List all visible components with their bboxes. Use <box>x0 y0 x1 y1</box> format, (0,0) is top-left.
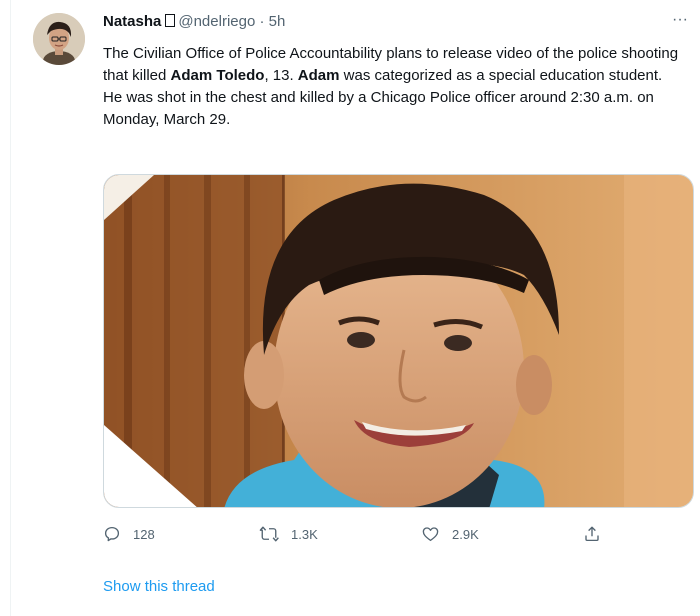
tweet-text: The Civilian Office of Police Accountabi… <box>103 43 683 131</box>
reply-count: 128 <box>133 526 155 542</box>
tweet[interactable]: Natasha @ndelriego · 5h ··· The Civilian … <box>10 0 700 616</box>
reply-button[interactable]: 128 <box>103 522 155 546</box>
tweet-text-bold: Adam <box>297 67 340 84</box>
avatar-image <box>33 13 85 65</box>
photo-image <box>104 175 693 507</box>
share-icon <box>585 526 599 542</box>
emoji-placeholder-icon <box>165 14 176 27</box>
tweet-text-part: , 13. <box>264 67 298 84</box>
retweet-button[interactable]: 1.3K <box>259 522 318 546</box>
timestamp[interactable]: 5h <box>269 13 286 30</box>
reply-icon <box>104 526 120 542</box>
user-handle[interactable]: @ndelriego <box>178 13 255 30</box>
more-glyph: ··· <box>672 11 688 28</box>
separator-dot: · <box>259 13 265 30</box>
tweet-header: Natasha @ndelriego · 5h <box>103 12 285 32</box>
tweet-text-bold: Adam Toledo <box>170 67 265 84</box>
display-name[interactable]: Natasha <box>103 13 161 30</box>
retweet-icon <box>259 526 279 542</box>
heart-icon <box>422 527 439 542</box>
like-count: 2.9K <box>452 526 479 542</box>
share-button[interactable] <box>583 522 601 546</box>
tweet-photo[interactable] <box>103 174 694 508</box>
tweet-actions: 128 1.3K 2.9K <box>103 522 623 546</box>
like-button[interactable]: 2.9K <box>421 522 479 546</box>
tweet-text-part: was categorized as a special education s… <box>339 67 663 84</box>
show-thread-link[interactable]: Show this thread <box>103 577 215 597</box>
avatar[interactable] <box>33 13 85 65</box>
tweet-text-part: He was shot in the chest and killed by a… <box>103 89 654 128</box>
retweet-count: 1.3K <box>291 526 318 542</box>
more-icon[interactable]: ··· <box>668 10 692 30</box>
